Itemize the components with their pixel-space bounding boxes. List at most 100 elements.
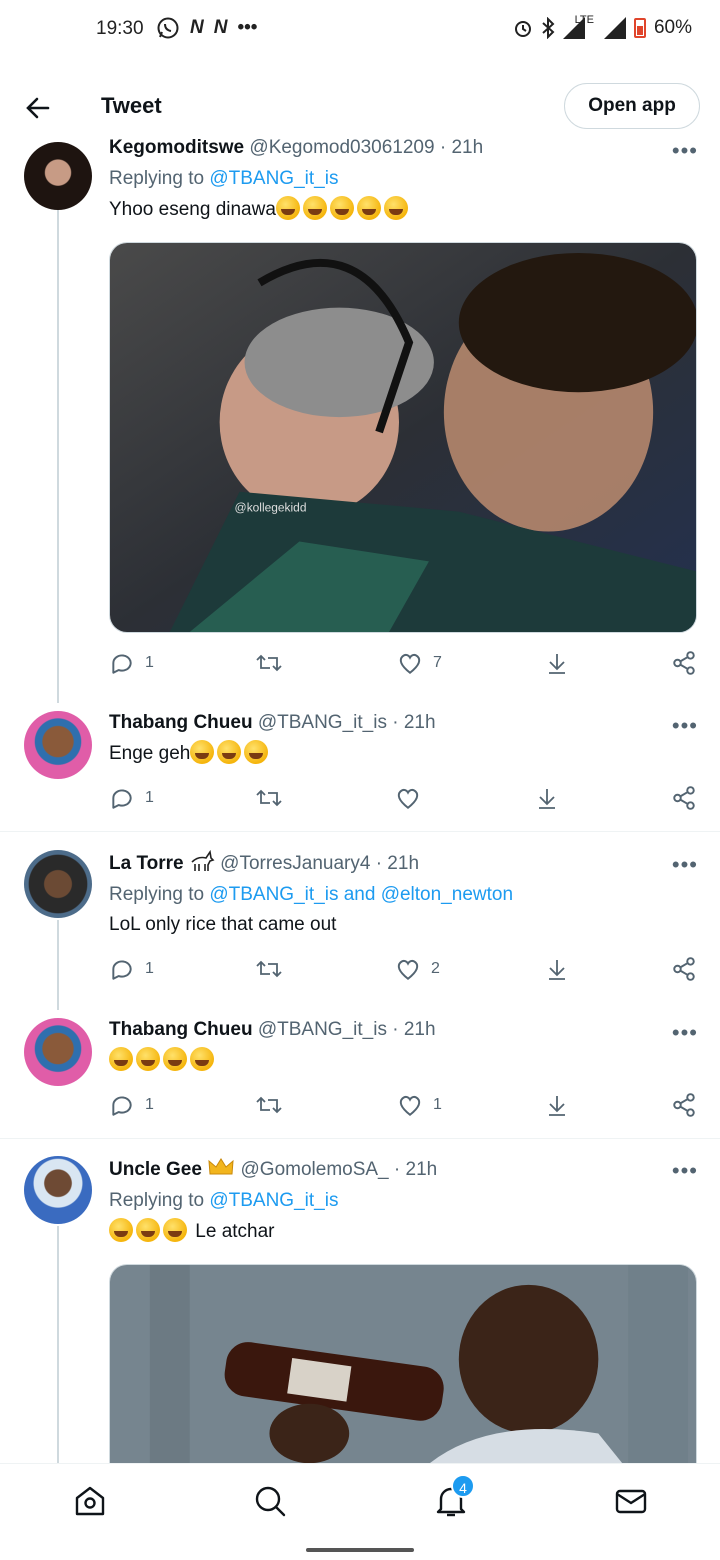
share-button[interactable] [671,650,697,676]
tweet-header: La Torre @TorresJanuary4 · 21h [109,849,700,876]
tweet-actions: 1 7 [109,650,699,680]
netflix-icon: N [190,17,204,38]
retweet-button[interactable] [255,785,283,811]
tweet-header: Thabang Chueu @TBANG_it_is · 21h [109,1018,700,1042]
like-count: 2 [431,960,440,977]
tweet-la-torre[interactable]: La Torre @TorresJanuary4 · 21h Replying … [0,842,720,1010]
display-name[interactable]: Uncle Gee [109,1159,202,1180]
bookmark-button[interactable] [535,785,559,811]
timestamp[interactable]: · 21h [392,1019,435,1040]
share-button[interactable] [671,956,697,982]
share-button[interactable] [671,785,697,811]
download-icon [539,789,555,809]
retweet-button[interactable] [255,650,283,676]
reply-button[interactable]: 1 [109,956,154,982]
download-icon [549,960,565,980]
like-count: 7 [433,654,442,671]
bookmark-button[interactable] [545,650,569,676]
reply-icon [112,654,132,674]
like-button[interactable]: 7 [397,650,442,676]
share-icon [673,651,695,675]
joy-emoji-icon [163,1047,187,1071]
gesture-home-indicator[interactable] [306,1548,414,1552]
tweet-image[interactable]: @kollegekidd [109,242,697,633]
thread-line [57,210,59,703]
reply-button[interactable]: 1 [109,785,154,811]
thread-line [57,1226,59,1463]
display-name[interactable]: Kegomoditswe [109,137,244,158]
username[interactable]: @Kegomod03061209 [249,137,434,158]
rofl-emoji-icon [109,1218,133,1242]
reply-count: 1 [145,960,154,977]
username[interactable]: @TorresJanuary4 [220,853,370,874]
avatar[interactable] [24,1156,92,1224]
avatar[interactable] [24,142,92,210]
display-name[interactable]: La Torre [109,853,184,874]
battery-icon [633,18,646,38]
bottom-navigation [0,1463,720,1537]
more-options-icon[interactable]: ••• [672,1158,698,1184]
reply-count: 1 [145,789,154,806]
mention-link[interactable]: @TBANG_it_is and @elton_newton [209,884,513,905]
messages-mail-icon[interactable] [614,1484,648,1518]
rofl-emoji-icon [136,1218,160,1242]
mention-link[interactable]: @TBANG_it_is [209,1190,338,1211]
status-time: 19:30 [96,18,144,39]
reply-button[interactable]: 1 [109,650,154,676]
replying-to: Replying to @TBANG_it_is [109,1190,339,1211]
bookmark-button[interactable] [545,1092,569,1118]
more-options-icon[interactable]: ••• [672,1020,698,1046]
like-button[interactable]: 2 [395,956,440,982]
timestamp[interactable]: · 21h [394,1159,437,1180]
reply-button[interactable]: 1 [109,1092,154,1118]
rofl-emoji-icon [329,196,354,220]
more-options-icon[interactable]: ••• [672,138,698,164]
whatsapp-icon [157,17,179,39]
reply-icon [112,960,132,980]
tweet-kegomoditswe[interactable]: Kegomoditswe @Kegomod03061209 · 21h Repl… [0,128,720,703]
username[interactable]: @TBANG_it_is [258,712,387,733]
like-button[interactable] [395,785,421,811]
tweet-text [109,1047,700,1074]
retweet-button[interactable] [255,956,283,982]
tweet-thabang-1[interactable]: Thabang Chueu @TBANG_it_is · 21h Enge ge… [0,703,720,831]
page-title: Tweet [101,93,162,118]
download-icon [549,1096,565,1116]
display-name[interactable]: Thabang Chueu [109,712,253,733]
reply-count: 1 [145,1096,154,1113]
tweet-thabang-2[interactable]: Thabang Chueu @TBANG_it_is · 21h ••• 1 1 [0,1010,720,1138]
bookmark-button[interactable] [545,956,569,982]
heart-icon [397,788,419,809]
more-options-icon[interactable]: ••• [672,852,698,878]
avatar[interactable] [24,850,92,918]
username[interactable]: @GomolemoSA_ [241,1159,389,1180]
tweet-image[interactable] [109,1264,697,1463]
share-button[interactable] [671,1092,697,1118]
timestamp[interactable]: · 21h [376,853,419,874]
display-name[interactable]: Thabang Chueu [109,1019,253,1040]
search-icon[interactable] [253,1484,287,1518]
status-bar: 19:30 N N ••• LTE 60% [0,0,720,60]
username[interactable]: @TBANG_it_is [258,1019,387,1040]
retweet-button[interactable] [255,1092,283,1118]
alarm-icon [514,21,531,37]
status-right-icons: LTE 60% [513,14,692,39]
mention-link[interactable]: @TBANG_it_is [209,168,338,189]
like-button[interactable]: 1 [397,1092,442,1118]
avatar[interactable] [24,1018,92,1086]
reply-icon [112,789,132,809]
reply-icon [112,1096,132,1116]
back-arrow-icon[interactable] [22,92,54,124]
image-watermark: @kollegekidd [235,501,307,515]
heart-icon [397,959,419,980]
avatar[interactable] [24,711,92,779]
open-app-button[interactable]: Open app [564,83,700,129]
timestamp[interactable]: · 21h [392,712,435,733]
joy-emoji-icon [217,740,242,764]
rofl-emoji-icon [275,196,300,220]
tweet-uncle-gee[interactable]: Uncle Gee @GomolemoSA_ · 21h Replying to… [0,1148,720,1463]
tweet-actions: 1 [109,785,699,815]
home-icon[interactable] [73,1484,107,1518]
timestamp[interactable]: · 21h [440,137,483,158]
more-options-icon[interactable]: ••• [672,713,698,739]
